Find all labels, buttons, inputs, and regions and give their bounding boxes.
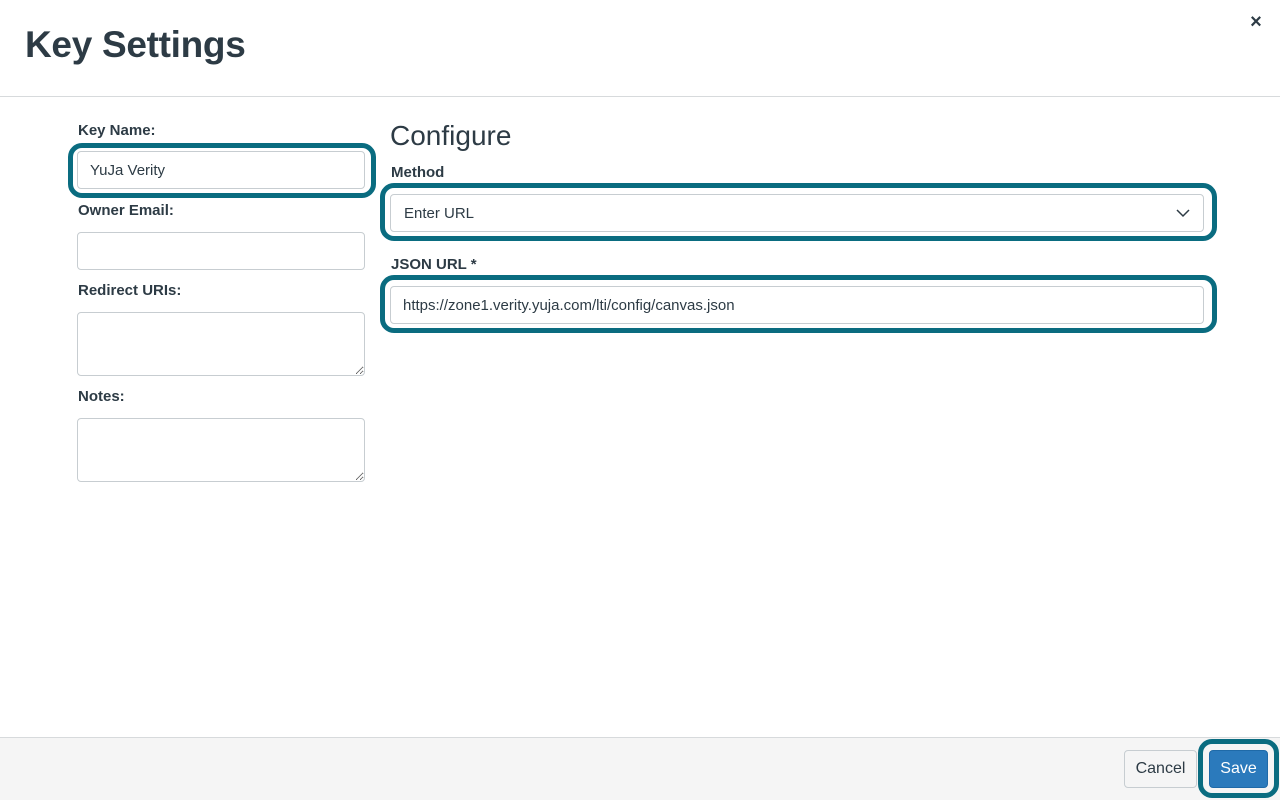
dialog-header: Key Settings × bbox=[0, 0, 1280, 97]
close-icon[interactable]: × bbox=[1246, 12, 1266, 32]
key-name-input[interactable] bbox=[77, 151, 365, 189]
method-selected-value: Enter URL bbox=[404, 204, 475, 222]
key-name-label: Key Name: bbox=[78, 122, 156, 139]
json-url-label: JSON URL * bbox=[391, 256, 477, 273]
redirect-uris-textarea[interactable] bbox=[77, 312, 365, 376]
owner-email-input[interactable] bbox=[77, 232, 365, 270]
owner-email-label: Owner Email: bbox=[78, 202, 174, 219]
notes-label: Notes: bbox=[78, 388, 125, 405]
method-select[interactable]: Enter URL bbox=[390, 194, 1204, 232]
configure-heading: Configure bbox=[390, 120, 512, 151]
redirect-uris-label: Redirect URIs: bbox=[78, 282, 182, 299]
notes-textarea[interactable] bbox=[77, 418, 365, 482]
dialog-title: Key Settings bbox=[25, 24, 246, 65]
cancel-button[interactable]: Cancel bbox=[1124, 750, 1197, 788]
dialog-footer bbox=[0, 737, 1280, 800]
chevron-down-icon bbox=[1176, 209, 1190, 218]
json-url-input[interactable] bbox=[390, 286, 1204, 324]
method-label: Method bbox=[391, 164, 445, 181]
save-button[interactable]: Save bbox=[1209, 750, 1268, 788]
